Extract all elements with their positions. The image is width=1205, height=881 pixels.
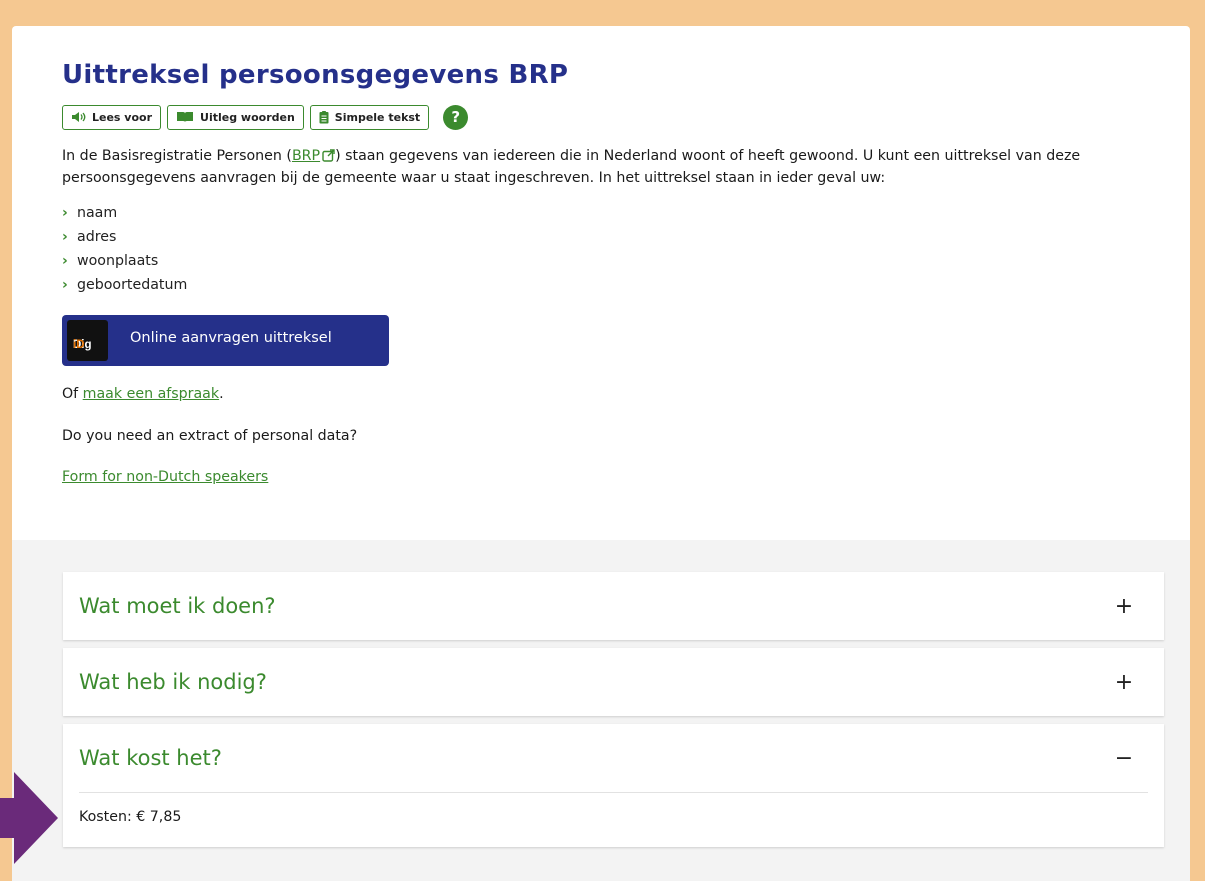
help-icon[interactable]: ? [443, 104, 469, 130]
accordion-header-what-to-do[interactable]: Wat moet ik doen? + [63, 572, 1164, 640]
accordion-header-what-needed[interactable]: Wat heb ik nodig? + [63, 648, 1164, 716]
cost-text: Kosten: € 7,85 [79, 809, 182, 825]
explain-words-label: Uitleg woorden [200, 110, 295, 124]
accordion-item: Wat moet ik doen? + [63, 572, 1164, 640]
pointer-arrow-icon [0, 772, 58, 864]
plus-icon[interactable]: + [1114, 594, 1134, 619]
chevron-right-icon: › [62, 253, 68, 269]
read-aloud-label: Lees voor [92, 110, 153, 124]
chevron-right-icon: › [62, 205, 68, 221]
list-item: › geboortedatum [62, 273, 1140, 297]
intro-paragraph: In de Basisregistratie Personen (BRP) st… [62, 145, 1140, 189]
english-question: Do you need an extract of personal data? [62, 428, 358, 444]
list-item: › naam [62, 201, 1140, 225]
chevron-right-icon: › [62, 229, 68, 245]
accordion-title: Wat moet ik doen? [79, 594, 276, 618]
main-content: Uittreksel persoonsgegevens BRP Lees voo… [12, 26, 1190, 487]
page-frame: Uittreksel persoonsgegevens BRP Lees voo… [12, 26, 1190, 881]
faq-section: Wat moet ik doen? + Wat heb ik nodig? + … [12, 540, 1190, 881]
plus-icon[interactable]: + [1114, 670, 1134, 695]
page-title: Uittreksel persoonsgegevens BRP [62, 60, 569, 90]
brp-link[interactable]: BRP [292, 148, 320, 164]
accordion-title: Wat heb ik nodig? [79, 670, 267, 694]
speaker-icon [72, 112, 86, 122]
data-list: › naam › adres › woonplaats › geboortedatum [62, 201, 1140, 297]
reading-tools: Lees voor Uitleg woorden Simpele tekst ? [62, 103, 1140, 131]
appointment-link[interactable]: maak een afspraak [83, 386, 219, 402]
accordion-item: Wat kost het? − Kosten: € 7,85 [63, 724, 1164, 847]
appointment-text: Of maak een afspraak. [62, 386, 224, 402]
digid-apply-button[interactable]: Dig iD Online aanvragen uittreksel [62, 315, 389, 366]
book-icon [177, 112, 194, 122]
intro-text-1: In de Basisregistratie Personen ( [62, 148, 292, 164]
external-link-icon [322, 149, 335, 162]
simple-text-label: Simpele tekst [334, 110, 421, 124]
non-dutch-form-link[interactable]: Form for non-Dutch speakers [62, 469, 268, 485]
chevron-right-icon: › [62, 277, 68, 293]
simple-text-button[interactable]: Simpele tekst [309, 104, 430, 130]
accordion-header-cost[interactable]: Wat kost het? − [63, 724, 1164, 792]
explain-words-button[interactable]: Uitleg woorden [167, 104, 304, 130]
list-item: › woonplaats [62, 249, 1140, 273]
read-aloud-button[interactable]: Lees voor [62, 104, 162, 130]
list-item: › adres [62, 225, 1140, 249]
digid-logo: Dig iD [67, 320, 108, 361]
document-icon [319, 110, 329, 123]
minus-icon[interactable]: − [1114, 746, 1134, 771]
digid-button-label: Online aanvragen uittreksel [130, 329, 332, 346]
english-form-paragraph: Form for non-Dutch speakers [62, 467, 1140, 487]
accordion-title: Wat kost het? [79, 746, 222, 770]
accordion-item: Wat heb ik nodig? + [63, 648, 1164, 716]
